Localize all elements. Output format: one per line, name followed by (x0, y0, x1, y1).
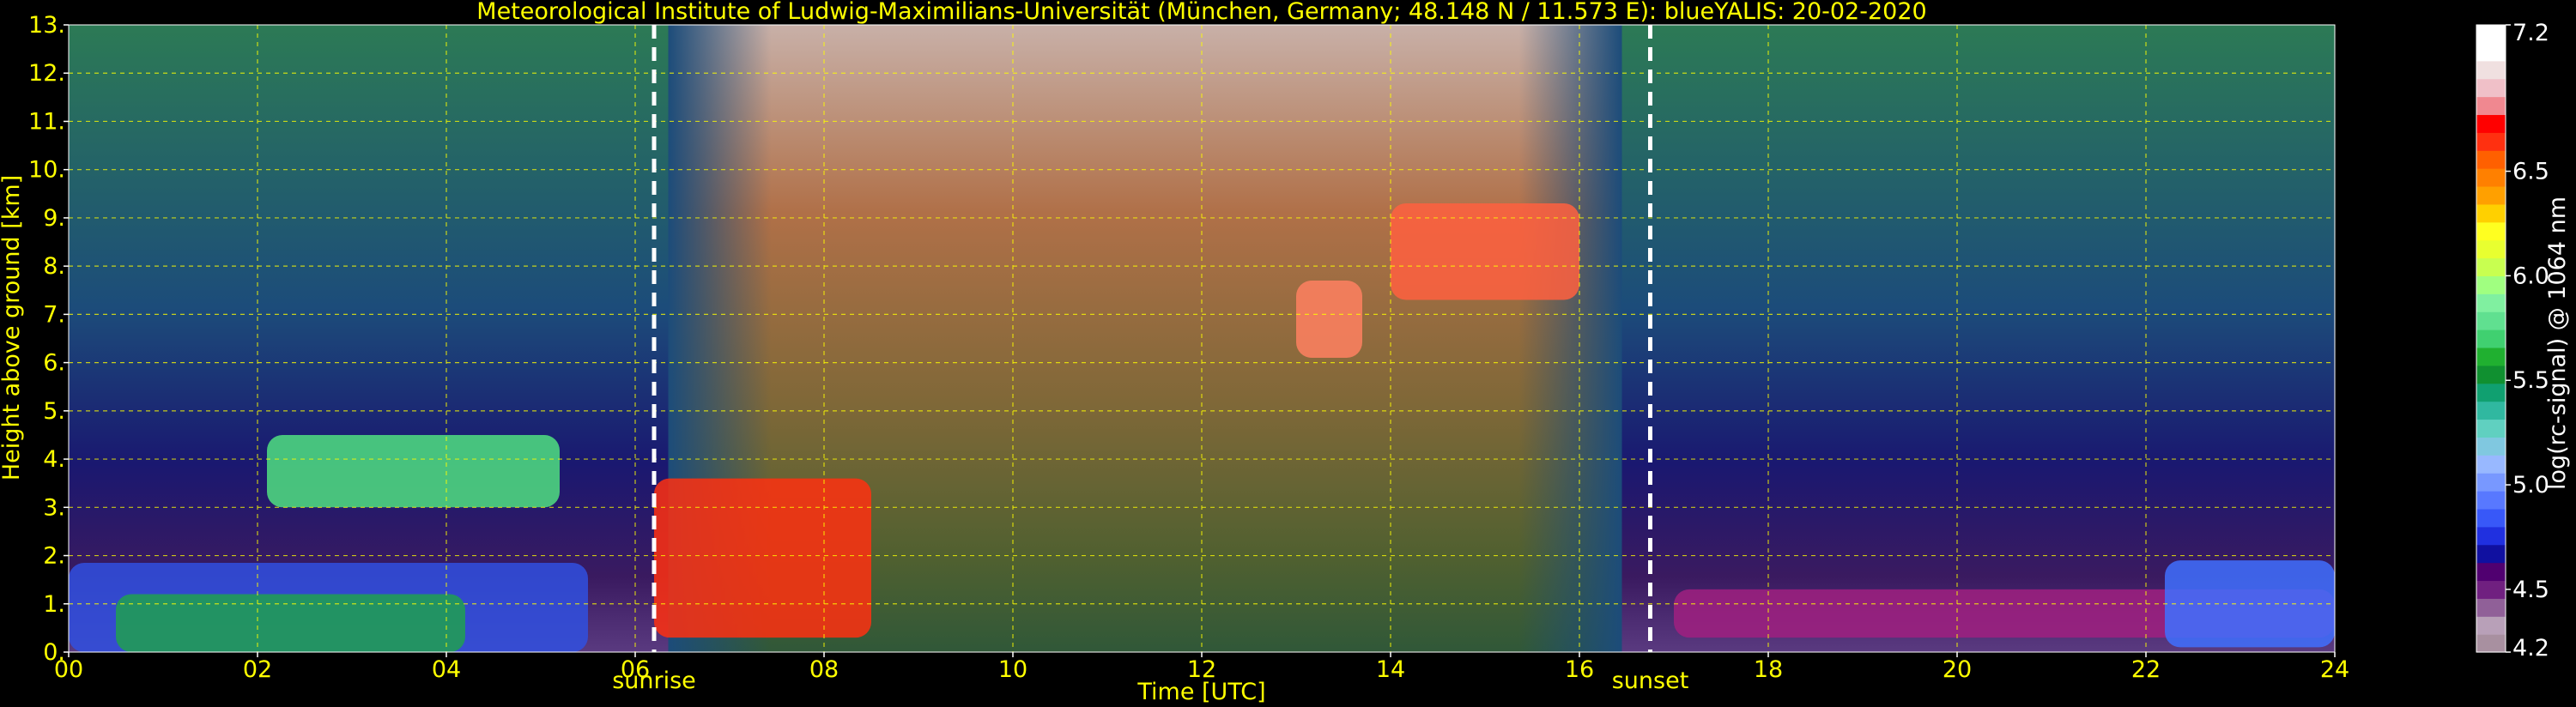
y-tick-label-4: 4. (43, 446, 65, 473)
colorbar-segment-20 (2476, 275, 2506, 294)
x-tick-label-11: 22 (2131, 656, 2161, 683)
feature-cloud-2 (654, 478, 871, 638)
colorbar-segment-24 (2476, 203, 2506, 223)
y-tick-label-8: 8. (43, 253, 65, 280)
x-tick-label-7: 14 (1376, 656, 1405, 683)
feature-boundary_layer_inner-1 (116, 594, 465, 652)
annotation-sunrise: sunrise (612, 668, 696, 694)
colorbar-segment-29 (2476, 114, 2506, 133)
colorbar-segment-30 (2476, 96, 2506, 116)
colorbar-segment-19 (2476, 293, 2506, 312)
y-tick-label-9: 9. (43, 205, 65, 232)
colorbar-segment-4 (2476, 562, 2506, 582)
colorbar-segment-1 (2476, 616, 2506, 635)
colorbar-segment-12 (2476, 419, 2506, 438)
colorbar-segment-18 (2476, 311, 2506, 330)
y-axis-ticks: 0. 1. 2. 3. 4. 5. 6. 7. 8. 9. 10. 11. 12. 13. (28, 12, 69, 666)
colorbar-tick-label-5: 6.5 (2512, 159, 2549, 185)
colorbar-ticks: 4.24.55.05.56.06.57.2 (2506, 20, 2549, 662)
colorbar-segment-14 (2476, 383, 2506, 402)
colorbar-segment-16 (2476, 347, 2506, 366)
x-tick-label-1: 02 (243, 656, 272, 683)
colorbar (2476, 24, 2506, 653)
colorbar-segment-17 (2476, 329, 2506, 348)
colorbar-segment-21 (2476, 257, 2506, 276)
colorbar-segment-33 (2476, 42, 2506, 62)
y-tick-label-6: 6. (43, 350, 65, 377)
colorbar-tick-label-0: 4.2 (2512, 635, 2549, 662)
y-tick-label-13: 13. (28, 12, 65, 39)
feature-cloud-3 (267, 434, 560, 508)
colorbar-segment-5 (2476, 544, 2506, 564)
y-tick-label-10: 10. (28, 157, 65, 184)
y-tick-label-11: 11. (28, 108, 65, 135)
colorbar-segment-34 (2476, 25, 2506, 44)
y-tick-label-2: 2. (43, 543, 65, 570)
colorbar-segment-11 (2476, 437, 2506, 456)
feature-cirrus-4 (1296, 281, 1362, 358)
colorbar-segment-31 (2476, 78, 2506, 98)
x-tick-label-8: 16 (1565, 656, 1594, 683)
colorbar-segment-7 (2476, 508, 2506, 528)
colorbar-segment-13 (2476, 401, 2506, 420)
y-axis-label: Height above ground [km] (0, 175, 25, 480)
colorbar-segment-27 (2476, 150, 2506, 169)
colorbar-segment-25 (2476, 185, 2506, 205)
x-tick-label-10: 20 (1943, 656, 1972, 683)
colorbar-segment-3 (2476, 580, 2506, 599)
colorbar-segment-6 (2476, 526, 2506, 546)
colorbar-segment-15 (2476, 365, 2506, 384)
colorbar-segment-0 (2476, 634, 2506, 653)
colorbar-segment-2 (2476, 598, 2506, 617)
plot-area (69, 25, 2335, 652)
colorbar-segment-28 (2476, 132, 2506, 151)
x-tick-label-2: 04 (432, 656, 461, 683)
lidar-chart: Meteorological Institute of Ludwig-Maxim… (0, 0, 2571, 705)
x-tick-label-12: 24 (2320, 656, 2349, 683)
colorbar-segment-8 (2476, 491, 2506, 510)
x-tick-label-4: 08 (809, 656, 839, 683)
colorbar-tick-label-6: 7.2 (2512, 20, 2549, 46)
x-axis-label: Time [UTC] (1136, 679, 1265, 705)
colorbar-segment-9 (2476, 473, 2506, 492)
y-tick-label-0: 0. (43, 639, 65, 666)
colorbar-segment-23 (2476, 221, 2506, 241)
colorbar-segment-26 (2476, 168, 2506, 187)
colorbar-label: log(rc-signal) @ 1064 nm (2544, 196, 2571, 490)
colorbar-segment-10 (2476, 455, 2506, 474)
annotation-sunset: sunset (1612, 668, 1689, 694)
daytime-fade-right (1518, 25, 1622, 652)
colorbar-segment-32 (2476, 60, 2506, 80)
colorbar-tick-label-1: 4.5 (2512, 577, 2549, 603)
x-tick-label-9: 18 (1754, 656, 1783, 683)
chart-title: Meteorological Institute of Ludwig-Maxim… (476, 0, 1926, 25)
y-tick-label-12: 12. (28, 60, 65, 87)
y-tick-label-3: 3. (43, 494, 65, 521)
x-tick-label-5: 10 (998, 656, 1027, 683)
y-tick-label-1: 1. (43, 591, 65, 618)
y-tick-label-5: 5. (43, 398, 65, 425)
colorbar-segment-22 (2476, 239, 2506, 259)
y-tick-label-7: 7. (43, 301, 65, 328)
